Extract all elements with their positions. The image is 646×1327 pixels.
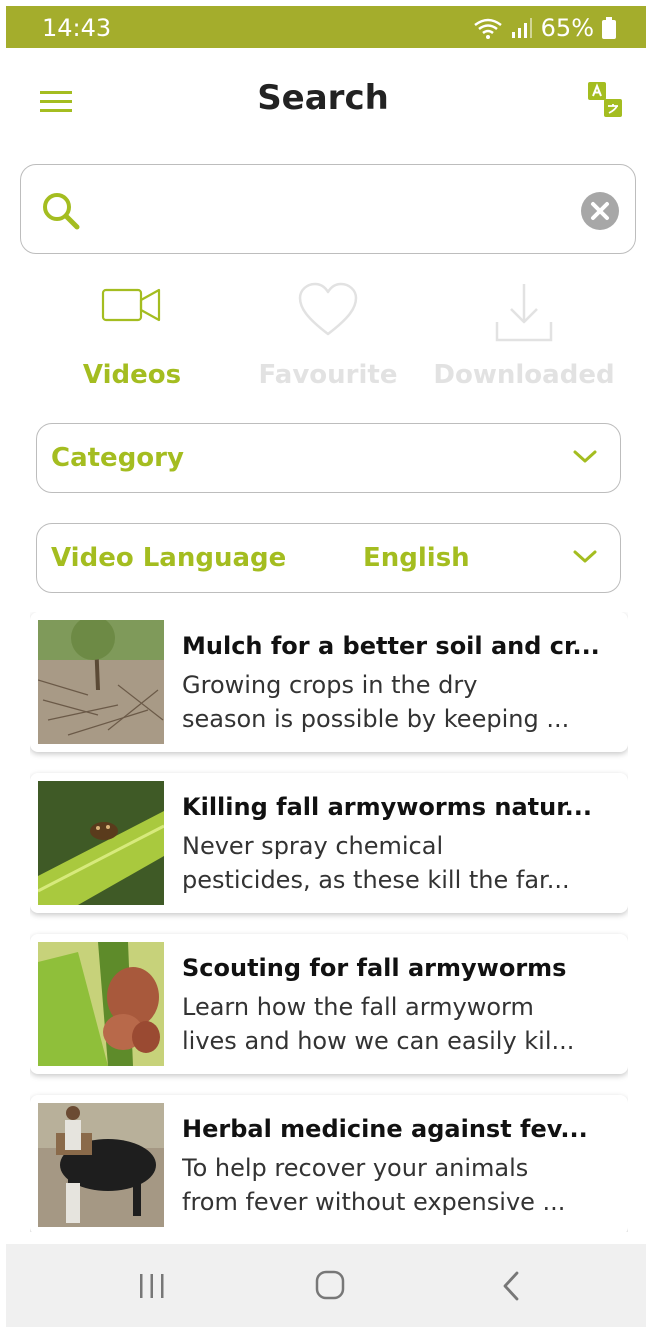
video-description: Growing crops in the dry season is possi… [182,671,570,733]
video-language-dropdown[interactable]: Video Language English [36,523,621,593]
tab-downloaded[interactable]: Downloaded [424,280,624,395]
tab-favourite[interactable]: Favourite [228,280,428,395]
video-title: Scouting for fall armyworms [182,954,567,982]
heart-icon [298,282,358,336]
video-thumbnail [38,781,164,905]
video-card[interactable]: Scouting for fall armyworms Learn how th… [30,934,628,1074]
tab-label: Videos [82,360,182,390]
video-language-value: English [363,543,470,573]
download-icon [495,284,553,342]
chevron-down-icon [573,550,597,563]
video-card[interactable]: Mulch for a better soil and cr... Growin… [30,612,628,752]
video-title: Mulch for a better soil and cr... [182,632,600,660]
battery-percent: 65% [540,14,594,42]
status-time: 14:43 [42,14,112,42]
video-description: Learn how the fall armyworm lives and ho… [182,993,575,1055]
status-bar: 14:43 65% [6,6,646,48]
signal-icon [511,18,532,38]
video-title: Killing fall armyworms natur... [182,793,593,821]
home-icon[interactable] [310,1268,350,1304]
tab-label: Downloaded [433,360,615,390]
video-title: Herbal medicine against fev... [182,1115,588,1143]
video-thumbnail [38,942,164,1066]
clear-search-icon[interactable] [581,192,619,230]
video-language-label: Video Language [51,543,287,573]
video-card[interactable]: Killing fall armyworms natur... Never sp… [30,773,628,913]
tab-videos[interactable]: Videos [32,280,232,395]
content-tabs: Videos Favourite Downloaded [0,280,646,395]
video-list: Mulch for a better soil and cr... Growin… [30,612,628,1232]
category-label: Category [51,443,184,473]
recent-apps-icon[interactable] [132,1268,172,1304]
back-icon[interactable] [492,1268,532,1304]
video-card[interactable]: Herbal medicine against fev... To help r… [30,1095,628,1232]
system-nav-bar [6,1244,646,1327]
wifi-icon [473,18,502,39]
video-thumbnail [38,620,164,744]
translate-icon[interactable] [585,80,625,120]
battery-icon [602,17,616,39]
video-camera-icon [101,288,161,322]
category-dropdown[interactable]: Category [36,423,621,493]
chevron-down-icon [573,450,597,463]
page-title: Search [257,78,389,118]
video-description: Never spray chemical pesticides, as thes… [182,832,570,894]
search-bar [20,164,636,254]
search-icon [43,193,80,230]
app-bar: Search [0,48,646,158]
search-input[interactable] [95,187,569,233]
tab-label: Favourite [258,360,398,390]
video-thumbnail [38,1103,164,1227]
video-description: To help recover your animals from fever … [182,1154,566,1216]
